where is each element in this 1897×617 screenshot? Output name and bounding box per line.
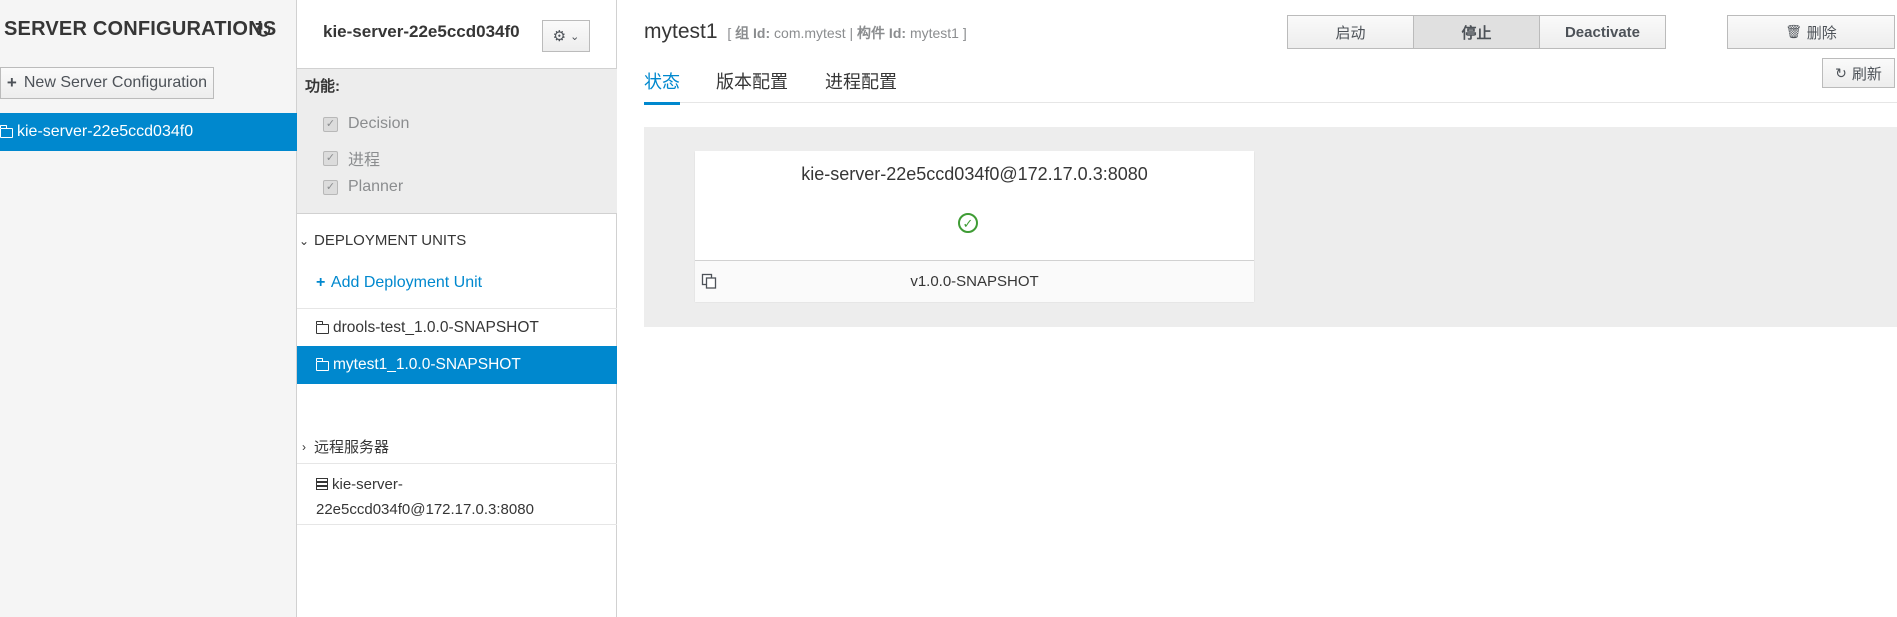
server-icon — [316, 478, 328, 490]
card-footer: v1.0.0-SNAPSHOT — [695, 260, 1254, 302]
server-config-detail-panel: kie-server-22e5ccd034f0 ⚙ ⌄ 功能: ✓ Decisi… — [297, 0, 617, 617]
new-server-configuration-button[interactable]: + New Server Configuration — [0, 67, 214, 99]
status-panel: kie-server-22e5ccd034f0@172.17.0.3:8080 … — [644, 127, 1897, 327]
copy-icon[interactable] — [701, 273, 717, 289]
deployment-unit-item[interactable]: drools-test_1.0.0-SNAPSHOT — [297, 308, 617, 346]
artifact-id-value: mytest1 — [909, 25, 959, 41]
meta-separator: | — [849, 25, 854, 41]
features-panel: 功能: ✓ Decision ✓ 进程 ✓ Planner — [297, 68, 617, 214]
checkbox[interactable]: ✓ — [323, 179, 338, 195]
deployment-units-header[interactable]: ⌄ DEPLOYMENT UNITS — [297, 232, 466, 249]
check-circle-icon: ✓ — [958, 213, 978, 233]
tab-status[interactable]: 状态 — [644, 68, 680, 105]
features-label: 功能: — [305, 78, 340, 95]
server-instance-url: kie-server-22e5ccd034f0@172.17.0.3:8080 — [801, 164, 1148, 184]
server-config-item[interactable]: kie-server-22e5ccd034f0 — [0, 113, 297, 151]
remote-server-line1: kie-server- — [332, 476, 403, 493]
server-instance-card: kie-server-22e5ccd034f0@172.17.0.3:8080 … — [695, 151, 1254, 302]
deactivate-button[interactable]: Deactivate — [1539, 15, 1666, 49]
feature-decision: ✓ Decision — [323, 115, 409, 133]
stop-button[interactable]: 停止 — [1413, 15, 1540, 49]
panel-title: SERVER CONFIGURATIONS — [4, 18, 277, 40]
checkbox[interactable]: ✓ — [323, 116, 338, 132]
remote-servers-header[interactable]: › 远程服务器 — [297, 436, 389, 457]
remote-server-item[interactable]: kie-server- 22e5ccd034f0@172.17.0.3:8080 — [297, 463, 617, 525]
tab-bar: 状态 版本配置 进程配置 — [644, 62, 1897, 105]
trash-icon: 🗑 — [1785, 24, 1802, 39]
feature-label: 进程 — [348, 152, 381, 169]
folder-icon — [315, 358, 329, 371]
remote-server-line2: 22e5ccd034f0@172.17.0.3:8080 — [316, 501, 534, 518]
plus-icon: + — [316, 274, 326, 291]
plus-icon: + — [6, 73, 17, 92]
artifact-id-label: 构件 Id: — [857, 25, 907, 41]
add-deployment-unit-link[interactable]: + Add Deployment Unit — [316, 274, 482, 292]
group-id-value: com.mytest — [774, 25, 846, 41]
tab-process-config[interactable]: 进程配置 — [825, 68, 897, 102]
feature-planner: ✓ Planner — [323, 178, 403, 196]
server-config-title: kie-server-22e5ccd034f0 — [323, 22, 520, 41]
deployment-unit-label: mytest1_1.0.0-SNAPSHOT — [333, 356, 521, 373]
feature-label: Planner — [348, 178, 404, 195]
meta-bracket: ] — [962, 25, 967, 41]
add-deployment-unit-label: Add Deployment Unit — [330, 274, 483, 291]
server-config-item-label: kie-server-22e5ccd034f0 — [17, 123, 194, 140]
delete-label: 删除 — [1806, 24, 1837, 42]
settings-dropdown-button[interactable]: ⚙ ⌄ — [542, 20, 590, 52]
folder-icon — [315, 320, 329, 334]
server-configurations-panel: SERVER CONFIGURATIONS ↻ + New Server Con… — [0, 0, 297, 617]
remote-servers-label: 远程服务器 — [314, 439, 390, 456]
start-button[interactable]: 启动 — [1287, 15, 1414, 49]
deployment-unit-item-selected[interactable]: mytest1_1.0.0-SNAPSHOT — [297, 346, 617, 384]
gear-icon: ⚙ — [552, 28, 567, 45]
checkbox[interactable]: ✓ — [323, 150, 338, 166]
chevron-right-icon: › — [302, 439, 306, 454]
feature-process: ✓ 进程 — [323, 146, 380, 170]
container-meta: [ 组 Id: com.mytest | 构件 Id: mytest1 ] — [727, 25, 966, 41]
container-title: mytest1 [ 组 Id: com.mytest | 构件 Id: myte… — [644, 20, 967, 44]
refresh-icon[interactable]: ↻ — [254, 18, 272, 44]
meta-bracket: [ — [727, 25, 732, 41]
group-id-label: 组 Id: — [735, 25, 771, 41]
chevron-down-icon: ⌄ — [570, 30, 580, 43]
folder-icon — [0, 125, 13, 138]
feature-label: Decision — [348, 115, 410, 132]
chevron-down-icon: ⌄ — [298, 233, 310, 248]
container-name: mytest1 — [644, 20, 718, 43]
container-detail-panel: mytest1 [ 组 Id: com.mytest | 构件 Id: myte… — [617, 0, 1897, 617]
deployment-units-label: DEPLOYMENT UNITS — [314, 232, 467, 249]
delete-button[interactable]: 🗑 删除 — [1727, 15, 1895, 49]
tab-version-config[interactable]: 版本配置 — [716, 68, 788, 102]
version-label: v1.0.0-SNAPSHOT — [910, 273, 1039, 290]
new-server-configuration-label: New Server Configuration — [23, 74, 208, 91]
deployment-unit-label: drools-test_1.0.0-SNAPSHOT — [333, 318, 539, 336]
